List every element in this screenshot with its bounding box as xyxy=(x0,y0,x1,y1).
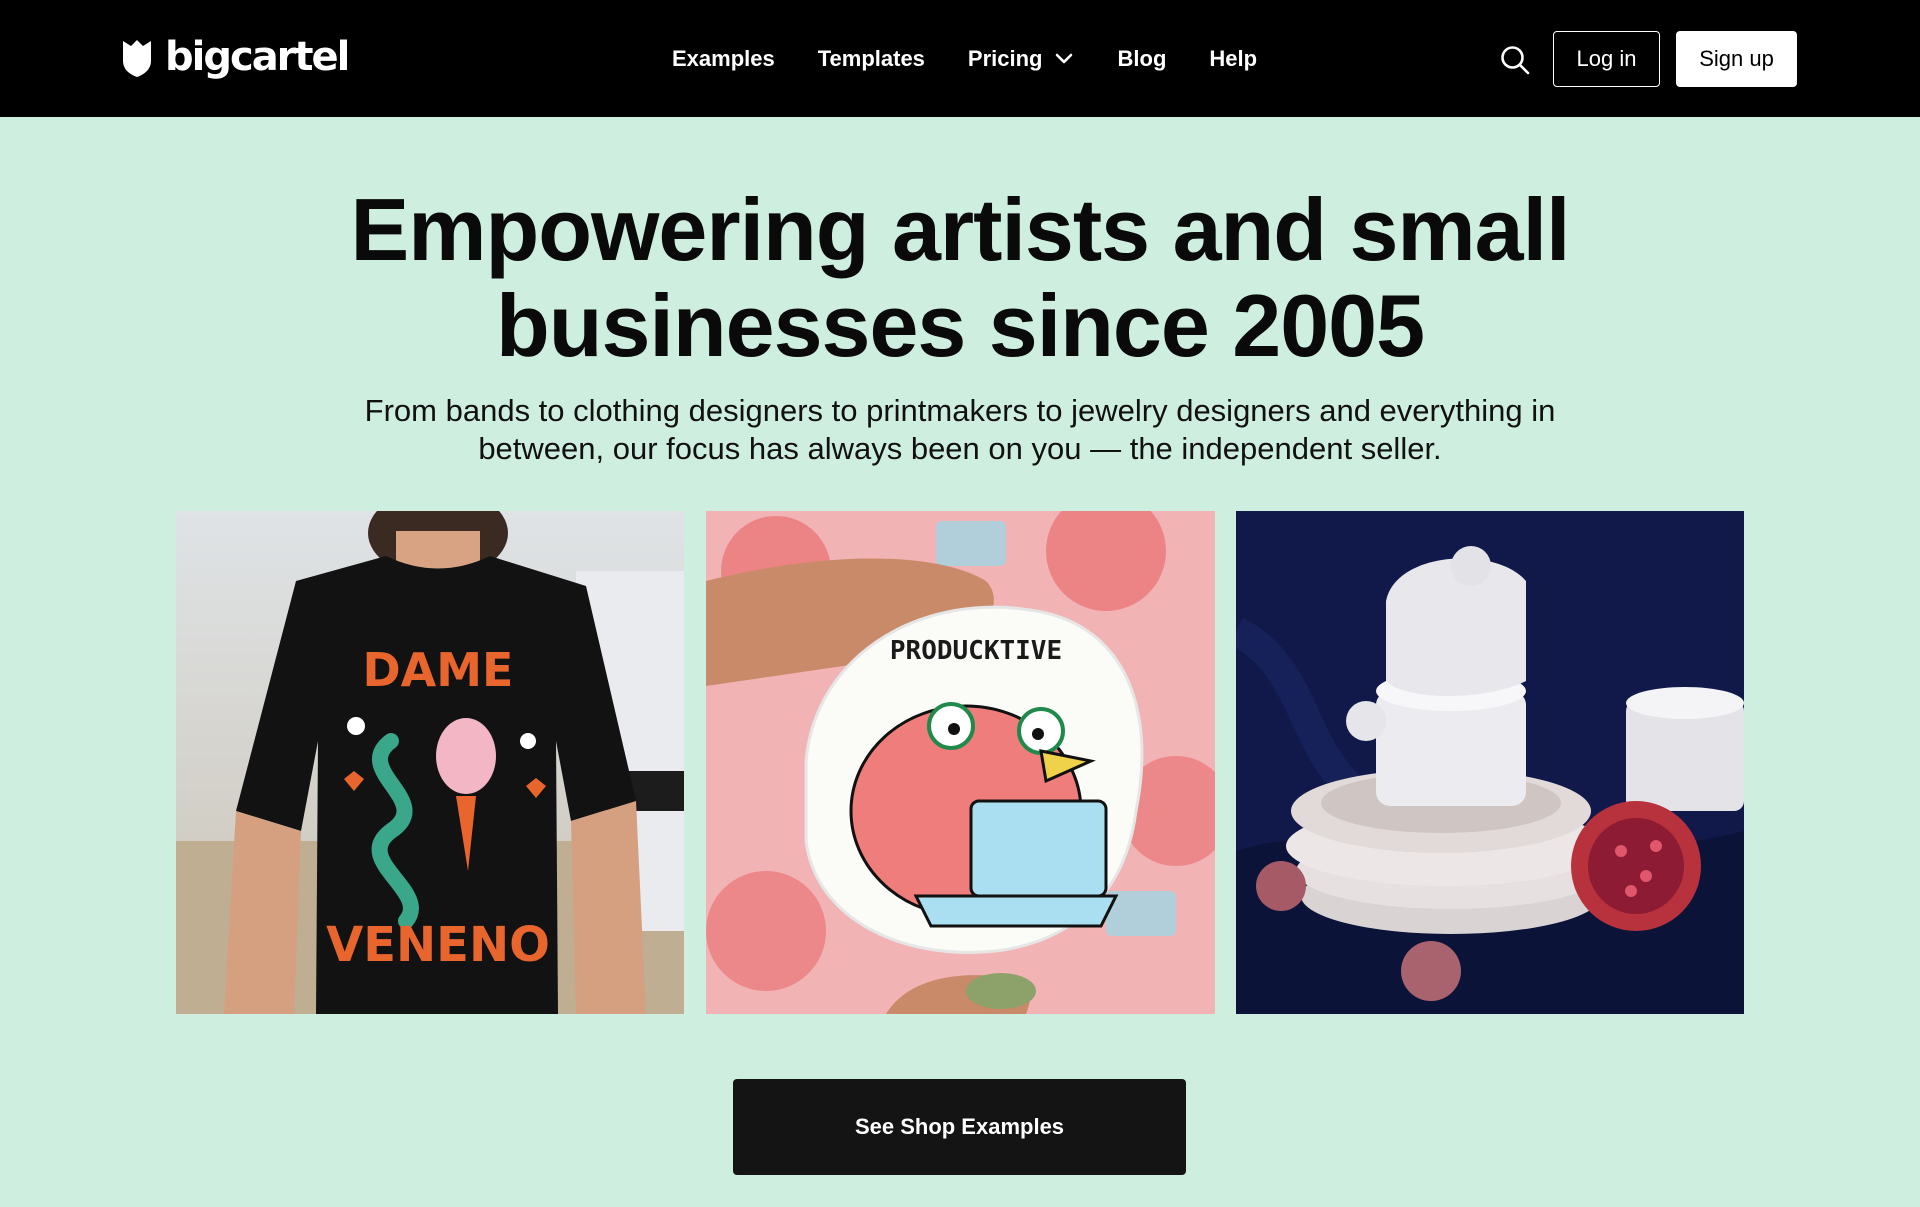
log-in-button[interactable]: Log in xyxy=(1553,31,1660,87)
chevron-down-icon xyxy=(1055,53,1072,64)
hero-headline-line-1: Empowering artists and small xyxy=(350,180,1571,279)
see-shop-examples-button[interactable]: See Shop Examples xyxy=(733,1079,1186,1175)
hero-subtext-line-2: between, our focus has always been on yo… xyxy=(478,431,1442,466)
nav-item-templates[interactable]: Templates xyxy=(818,46,925,72)
sticker-text: PRODUCKTIVE xyxy=(890,636,1062,666)
search-button[interactable] xyxy=(1499,44,1531,76)
logo-wordmark: bigcartel xyxy=(165,34,350,80)
example-gallery: DAME VENENO PRODUCKTIVE xyxy=(176,511,1744,1014)
sticker-illustration: PRODUCKTIVE xyxy=(706,511,1215,1014)
nav-item-label: Templates xyxy=(817,46,925,71)
search-icon xyxy=(1501,46,1530,75)
nav-item-pricing[interactable]: Pricing xyxy=(968,46,1075,72)
nav-item-blog[interactable]: Blog xyxy=(1118,46,1167,72)
gallery-image-ceramics xyxy=(1236,511,1744,1014)
ceramics-illustration xyxy=(1236,511,1744,1014)
nav-item-label: Help xyxy=(1209,46,1258,71)
hero-subtext-line-1: From bands to clothing designers to prin… xyxy=(364,393,1556,428)
nav-item-label: Blog xyxy=(1117,46,1167,71)
gallery-image-tshirt: DAME VENENO xyxy=(176,511,684,1014)
top-navigation-bar: bigcartel Examples Templates Pricing Blo… xyxy=(0,0,1920,117)
nav-item-label: Pricing xyxy=(967,46,1043,71)
hero-subtext: From bands to clothing designers to prin… xyxy=(300,392,1620,468)
tshirt-illustration: DAME VENENO xyxy=(176,511,684,1014)
gallery-image-sticker: PRODUCKTIVE xyxy=(706,511,1215,1014)
nav-item-help[interactable]: Help xyxy=(1209,46,1257,72)
nav-item-label: Examples xyxy=(672,46,775,71)
bigcartel-logo[interactable]: bigcartel xyxy=(121,34,350,80)
bigcartel-logo-mark-icon xyxy=(123,40,151,77)
main-nav: Examples Templates Pricing Blog Help xyxy=(672,40,1257,78)
shirt-text-bottom: VENENO xyxy=(326,917,550,973)
sign-up-button[interactable]: Sign up xyxy=(1676,31,1797,87)
hero-headline-line-2: businesses since 2005 xyxy=(495,276,1425,375)
nav-item-examples[interactable]: Examples xyxy=(672,46,775,72)
hero-headline: Empowering artists and small businesses … xyxy=(0,182,1920,374)
shirt-text-top: DAME xyxy=(363,643,514,697)
